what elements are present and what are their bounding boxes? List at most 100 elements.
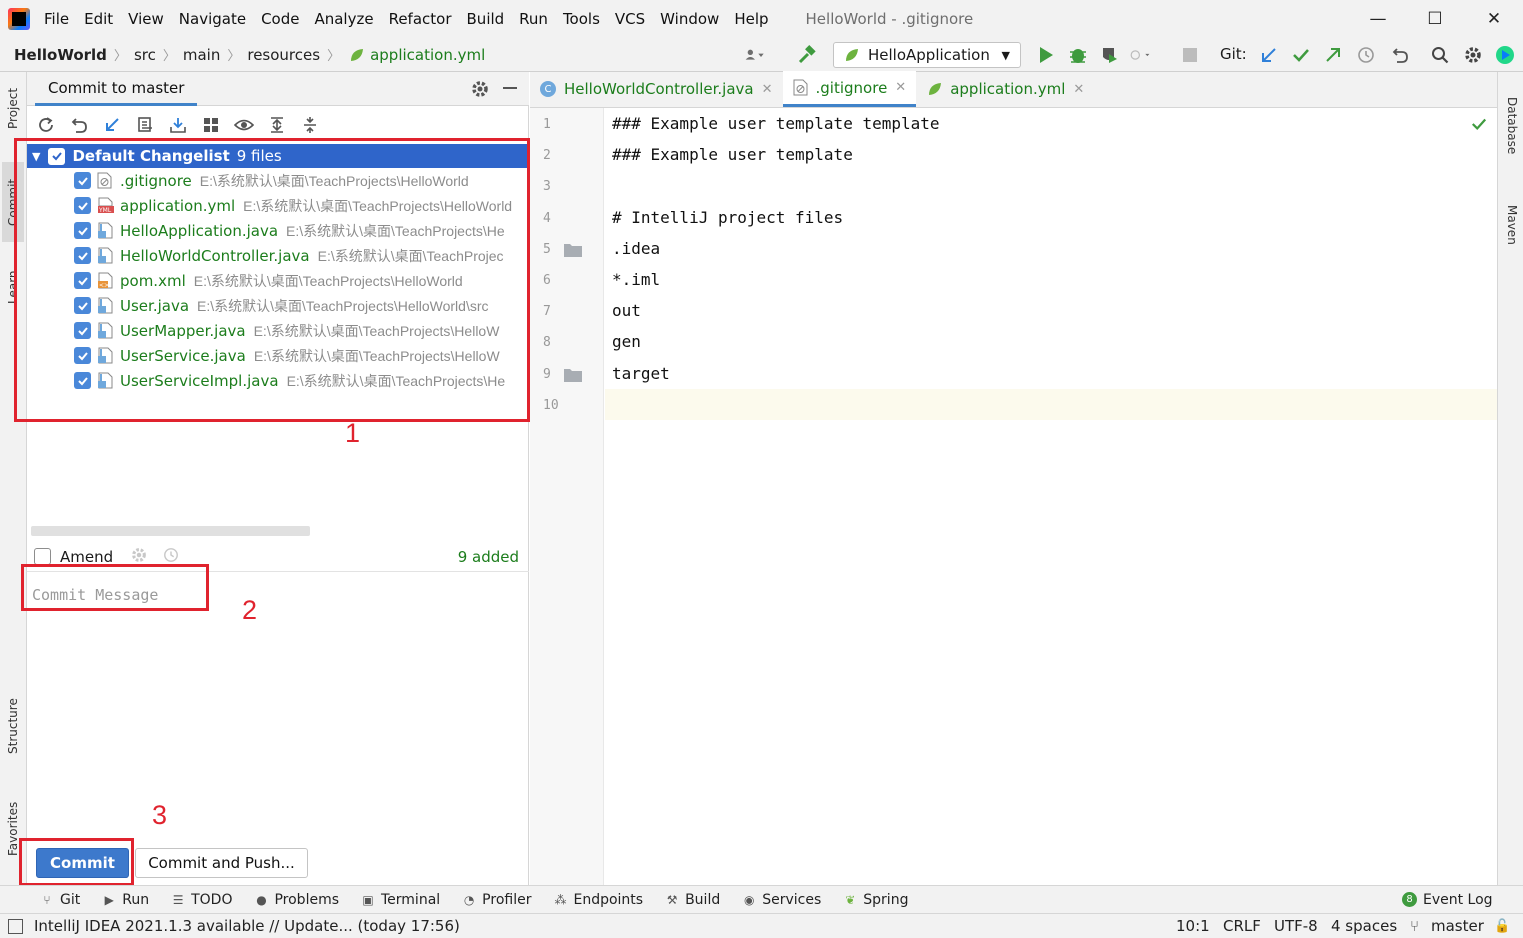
menu-build[interactable]: Build: [467, 10, 505, 28]
toolwindow-run[interactable]: ▶ Run: [102, 892, 149, 908]
debug-icon[interactable]: [1068, 45, 1088, 65]
tool-tab-database[interactable]: Database: [1501, 82, 1523, 170]
hide-panel-icon[interactable]: [503, 87, 517, 89]
shelve-download-icon[interactable]: [167, 114, 189, 136]
git-branch[interactable]: master: [1431, 917, 1484, 935]
code-line[interactable]: ### Example user template: [612, 145, 853, 164]
menu-view[interactable]: View: [128, 10, 164, 28]
breadcrumb-file[interactable]: application.yml: [370, 46, 485, 64]
menu-file[interactable]: File: [44, 10, 69, 28]
toolwindow-event-log[interactable]: 8 Event Log: [1402, 892, 1493, 908]
menu-refactor[interactable]: Refactor: [389, 10, 452, 28]
line-number: 1: [543, 117, 551, 132]
plugin-logo-icon[interactable]: [1495, 45, 1515, 65]
code-line[interactable]: .idea: [612, 239, 660, 258]
toolwindow-todo[interactable]: ☰ TODO: [171, 892, 233, 908]
coverage-icon[interactable]: [1099, 45, 1119, 65]
toolwindow-git[interactable]: ⑂ Git: [40, 892, 80, 908]
commit-to-master-tab[interactable]: Commit to master: [35, 72, 198, 106]
code-line[interactable]: ### Example user template template: [612, 114, 940, 133]
close-window-button[interactable]: ✕: [1465, 0, 1523, 38]
commit-and-push-button[interactable]: Commit and Push...: [135, 848, 308, 878]
toolwindow-profiler[interactable]: ◔ Profiler: [462, 892, 532, 908]
settings-gear-icon[interactable]: [1463, 45, 1483, 65]
code-editor[interactable]: ### Example user template template ### Ex…: [605, 108, 1497, 885]
breadcrumb-project[interactable]: HelloWorld: [14, 46, 107, 64]
line-separator[interactable]: CRLF: [1223, 917, 1261, 935]
status-toggle-icon[interactable]: [8, 918, 23, 934]
toolwindow-spring[interactable]: ❦ Spring: [843, 892, 908, 908]
collapse-all-icon[interactable]: [299, 114, 321, 136]
build-hammer-icon[interactable]: [797, 45, 817, 65]
close-tab-icon[interactable]: ✕: [1073, 82, 1084, 97]
rollback-changes-icon[interactable]: [68, 114, 90, 136]
profiler-run-icon[interactable]: [1130, 45, 1150, 65]
menu-edit[interactable]: Edit: [84, 10, 113, 28]
refresh-icon[interactable]: [35, 114, 57, 136]
search-icon[interactable]: [1430, 45, 1450, 65]
breadcrumb-src[interactable]: src: [134, 46, 156, 64]
chevron-down-icon: ▼: [1001, 48, 1010, 62]
menu-window[interactable]: Window: [660, 10, 719, 28]
minimize-button[interactable]: —: [1349, 0, 1407, 38]
editor-tab-application-yml[interactable]: application.yml ✕: [916, 71, 1094, 107]
run-configuration-selector[interactable]: HelloApplication ▼: [833, 42, 1021, 68]
tool-tab-structure[interactable]: Structure: [2, 684, 24, 768]
close-tab-icon[interactable]: ✕: [762, 82, 773, 97]
inspection-ok-check-icon[interactable]: [1471, 116, 1487, 136]
code-line[interactable]: gen: [612, 332, 641, 351]
menu-tools[interactable]: Tools: [563, 10, 600, 28]
maximize-button[interactable]: ☐: [1406, 0, 1464, 38]
menu-run[interactable]: Run: [519, 10, 548, 28]
group-by-icon[interactable]: [200, 114, 222, 136]
panel-settings-gear-icon[interactable]: [471, 80, 489, 102]
expand-all-icon[interactable]: [266, 114, 288, 136]
commit-message-area: [27, 574, 529, 836]
toolwindow-endpoints[interactable]: ⁂ Endpoints: [553, 892, 643, 908]
window-title: HelloWorld - .gitignore: [805, 10, 974, 28]
amend-checkbox[interactable]: [34, 548, 51, 565]
close-tab-icon[interactable]: ✕: [895, 80, 906, 95]
menu-navigate[interactable]: Navigate: [179, 10, 246, 28]
toolwindow-problems[interactable]: ● Problems: [254, 892, 339, 908]
git-update-icon[interactable]: [1259, 45, 1279, 65]
show-diff-icon[interactable]: [134, 114, 156, 136]
git-push-icon[interactable]: [1323, 45, 1343, 65]
indent-setting[interactable]: 4 spaces: [1331, 917, 1397, 935]
file-encoding[interactable]: UTF-8: [1274, 917, 1318, 935]
amend-label[interactable]: Amend: [60, 548, 113, 566]
toolwindow-terminal[interactable]: ▣ Terminal: [361, 892, 440, 908]
update-project-icon[interactable]: [101, 114, 123, 136]
editor-gutter: 1 2 3 4 5 6 7 8 9 10: [530, 108, 604, 885]
menu-code[interactable]: Code: [261, 10, 299, 28]
code-line[interactable]: target: [612, 364, 670, 383]
chevron-right-icon: 〉: [227, 49, 241, 64]
user-dropdown-icon[interactable]: [745, 45, 765, 65]
breadcrumb-main[interactable]: main: [183, 46, 220, 64]
git-branch-icon: ⑂: [43, 892, 51, 907]
toolwindow-services[interactable]: ◉ Services: [742, 892, 821, 908]
menu-analyze[interactable]: Analyze: [314, 10, 373, 28]
git-commit-check-icon[interactable]: [1291, 45, 1311, 65]
code-line[interactable]: # IntelliJ project files: [612, 208, 843, 227]
lock-icon[interactable]: 🔓: [1494, 919, 1510, 934]
view-options-eye-icon[interactable]: [233, 114, 255, 136]
history-clock-icon[interactable]: [1356, 45, 1376, 65]
stop-icon[interactable]: [1180, 45, 1200, 65]
horizontal-scrollbar[interactable]: [31, 526, 310, 536]
caret-position[interactable]: 10:1: [1176, 917, 1210, 935]
editor-tab-helloworldcontroller[interactable]: C HelloWorldController.java ✕: [530, 71, 783, 107]
run-icon[interactable]: [1036, 45, 1056, 65]
tool-tab-project[interactable]: Project: [2, 78, 24, 138]
breadcrumb-resources[interactable]: resources: [247, 46, 320, 64]
code-line[interactable]: *.iml: [612, 270, 660, 289]
status-message[interactable]: IntelliJ IDEA 2021.1.3 available // Upda…: [34, 917, 460, 935]
tool-tab-maven[interactable]: Maven: [1501, 190, 1523, 260]
rollback-icon[interactable]: [1390, 45, 1410, 65]
menu-vcs[interactable]: VCS: [615, 10, 645, 28]
menu-help[interactable]: Help: [734, 10, 768, 28]
code-line[interactable]: out: [612, 301, 641, 320]
right-tool-stripe: Database Maven: [1497, 72, 1523, 885]
editor-tab-gitignore[interactable]: .gitignore ✕: [782, 71, 917, 107]
toolwindow-build[interactable]: ⚒ Build: [665, 892, 721, 908]
